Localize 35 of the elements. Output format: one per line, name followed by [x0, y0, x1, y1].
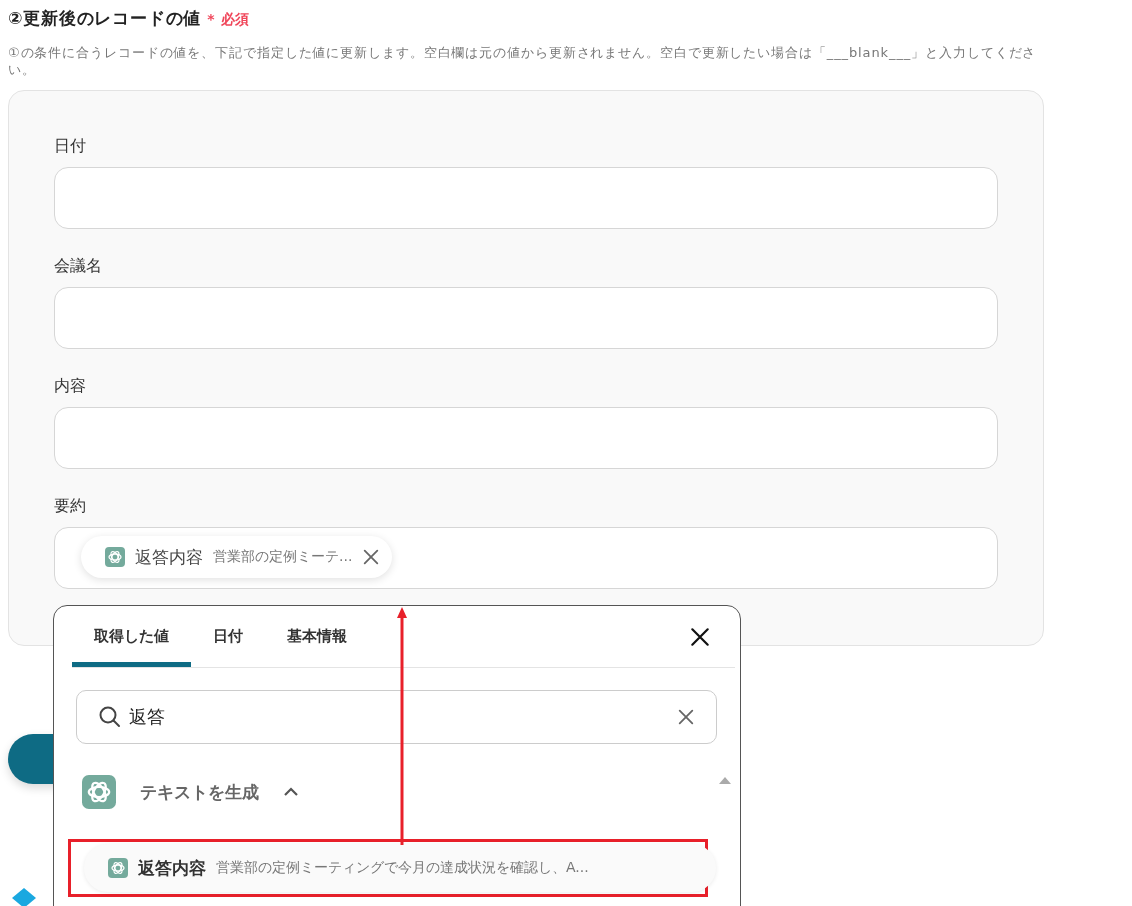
field-label: 要約: [54, 495, 87, 517]
picker-tab[interactable]: 日付: [191, 606, 265, 667]
close-icon: [362, 548, 381, 566]
required-label: 必須: [220, 11, 249, 29]
field-label: 内容: [54, 375, 87, 397]
knot-logo-icon: [105, 547, 125, 567]
chevron-up-icon: [283, 787, 299, 797]
input-field[interactable]: [54, 287, 998, 349]
field-label: 会議名: [54, 255, 103, 277]
search-field[interactable]: 返答: [76, 690, 717, 744]
picker-tab[interactable]: 取得した値: [72, 606, 191, 667]
chip-preview: 営業部の定例ミーテ...: [213, 548, 353, 566]
remove-button[interactable]: [362, 548, 381, 566]
field-label: 日付: [54, 135, 87, 157]
input-field[interactable]: [54, 167, 998, 229]
knot-logo-icon: [82, 775, 116, 809]
section-title: ②更新後のレコードの値: [8, 7, 202, 30]
clear-button[interactable]: [677, 708, 695, 726]
clear-icon: [677, 708, 695, 726]
value-chip[interactable]: 返答内容 営業部の定例ミーテ...: [81, 536, 393, 578]
picker-tab[interactable]: 基本情報: [265, 606, 369, 667]
group-title: テキストを生成: [140, 780, 259, 804]
input-field[interactable]: 返答内容 営業部の定例ミーテ...: [54, 527, 998, 589]
section-description: ①の条件に合うレコードの値を、下記で指定した値に更新します。空白欄は元の値から更新されません。空白で更新したい場合は「___blank___」と入力してください。: [8, 44, 1038, 78]
value-item[interactable]: 返答内容 営業部の定例ミーティングで今月の達成状況を確認し、A...: [84, 844, 716, 892]
group-header[interactable]: テキストを生成: [72, 774, 299, 810]
item-name: 返答内容: [138, 856, 206, 880]
diamond-icon: [10, 886, 38, 906]
close-icon: [689, 625, 711, 648]
search-icon: [98, 705, 122, 729]
input-field[interactable]: [54, 407, 998, 469]
knot-logo-icon: [108, 858, 128, 878]
required-mark: *: [207, 11, 215, 27]
chip-name: 返答内容: [135, 545, 203, 569]
item-preview: 営業部の定例ミーティングで今月の達成状況を確認し、A...: [216, 859, 589, 877]
